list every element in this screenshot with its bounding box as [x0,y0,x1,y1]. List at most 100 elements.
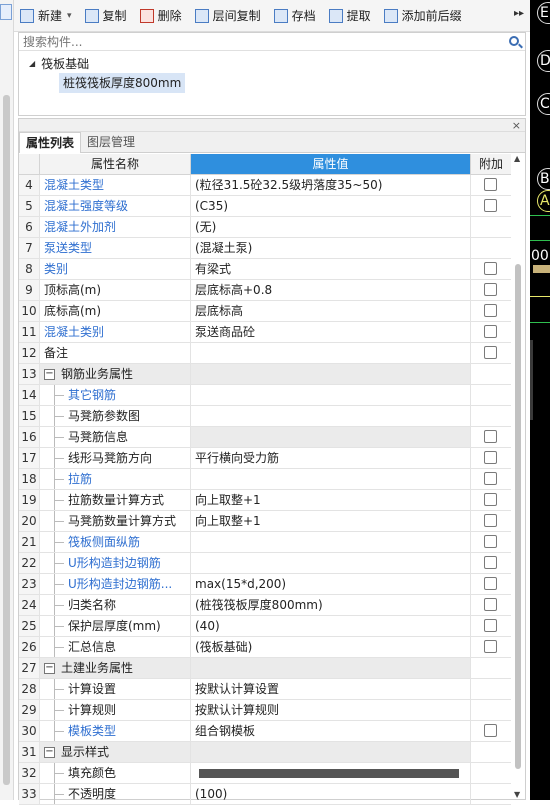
extra-checkbox[interactable] [484,451,497,464]
table-row[interactable]: 24 归类名称 (桩筏筏板厚度800mm) [19,595,511,616]
table-row[interactable]: 16 马凳筋信息 [19,427,511,448]
table-row[interactable]: 12 备注 [19,343,511,364]
table-row[interactable]: 7 泵送类型 (混凝土泵) [19,238,511,259]
extra-checkbox[interactable] [484,199,497,212]
extract-button[interactable]: 提取 [328,4,371,28]
grid-header: 属性名称 属性值 附加 [19,154,511,175]
new-button[interactable]: 新建 ▾ [20,4,72,28]
header-extra: 附加 [471,154,511,174]
extra-checkbox[interactable] [484,556,497,569]
scroll-thumb[interactable] [515,264,521,769]
group-row-civil[interactable]: 27− 土建业务属性 [19,658,511,679]
extra-checkbox[interactable] [484,346,497,359]
grid-line [530,296,550,297]
table-row[interactable]: 21 筏板侧面纵筋 [19,532,511,553]
layer-copy-icon [194,8,209,23]
table-row[interactable]: 15 马凳筋参数图 [19,406,511,427]
group-row-rebar[interactable]: 13− 钢筋业务属性 [19,364,511,385]
property-tabs: 属性列表 图层管理 [19,132,525,153]
extra-checkbox[interactable] [484,724,497,737]
scroll-down-icon[interactable]: ▼ [514,790,520,799]
grid-scrollbar[interactable]: ▲ ▼ [513,154,523,799]
save-icon [273,8,288,23]
left-scrollbar[interactable] [3,95,10,785]
table-row[interactable]: 28 计算设置 按默认计算设置 [19,679,511,700]
delete-button[interactable]: 删除 [139,4,182,28]
table-row[interactable]: 5 混凝土强度等级 (C35) [19,196,511,217]
table-row[interactable]: 33 不透明度 (100) [19,784,511,805]
table-row[interactable]: 30 模板类型 组合钢模板 [19,721,511,742]
cad-scroll [530,340,533,420]
group-row-display[interactable]: 31− 显示样式 [19,742,511,763]
copy-label: 复制 [102,9,127,23]
save-label: 存档 [291,9,316,23]
extra-checkbox[interactable] [484,493,497,506]
extract-label: 提取 [346,9,371,23]
save-button[interactable]: 存档 [273,4,316,28]
collapse-triangle-icon[interactable]: ◢ [29,59,35,68]
layer-copy-label: 层间复制 [212,9,261,23]
extra-checkbox[interactable] [484,598,497,611]
tree-node-selected[interactable]: 桩筏筏板厚度800mm [59,73,186,93]
copy-button[interactable]: 复制 [84,4,127,28]
table-row[interactable]: 29 计算规则 按默认计算规则 [19,700,511,721]
scroll-up-icon[interactable]: ▲ [514,154,520,163]
table-row[interactable]: 25 保护层厚度(mm) (40) [19,616,511,637]
table-row[interactable]: 8 类别 有梁式 [19,259,511,280]
layer-copy-button[interactable]: 层间复制 [194,4,261,28]
tab-property-list[interactable]: 属性列表 [19,132,82,153]
add-prefix-suffix-button[interactable]: 添加前后缀 [383,4,462,28]
extra-checkbox[interactable] [484,619,497,632]
tree-node-raft-foundation[interactable]: ◢ 筏板基础 [29,55,89,72]
header-value: 属性值 [191,154,471,174]
table-row[interactable]: 10 底标高(m) 层底标高 [19,301,511,322]
close-icon[interactable]: × [512,119,521,132]
table-row[interactable]: 9 顶标高(m) 层底标高+0.8 [19,280,511,301]
search-input[interactable] [19,33,525,50]
table-row[interactable]: 22 U形构造封边钢筋 [19,553,511,574]
extra-checkbox[interactable] [484,640,497,653]
extra-checkbox[interactable] [484,514,497,527]
left-panel-strip [0,0,14,800]
cad-canvas[interactable]: E D C B A 00 [530,0,550,800]
search-icon[interactable] [509,36,519,46]
table-row[interactable]: 11 混凝土类别 泵送商品砼 [19,322,511,343]
extra-checkbox[interactable] [484,262,497,275]
dropdown-arrow-icon[interactable]: ▾ [67,11,72,21]
table-row[interactable]: 19 拉筋数量计算方式 向上取整+1 [19,490,511,511]
grid-line [530,215,550,216]
table-row[interactable]: 32 填充颜色 [19,763,511,784]
table-row[interactable]: 6 混凝土外加剂 (无) [19,217,511,238]
panel-icon[interactable] [0,4,12,20]
tab-layer-management[interactable]: 图层管理 [81,132,141,153]
property-panel: × 属性列表 图层管理 属性名称 属性值 附加 4 混凝土类型 (粒径31.5砼32… [18,118,526,805]
table-row[interactable]: 17 线形马凳筋方向 平行横向受力筋 [19,448,511,469]
toolbar-overflow-icon[interactable]: ▸▸ [514,8,524,19]
extra-checkbox[interactable] [484,535,497,548]
axis-label-d: D [537,50,550,72]
add-prefix-label: 添加前后缀 [401,9,462,23]
extra-checkbox[interactable] [484,178,497,191]
collapse-icon[interactable]: − [44,663,55,674]
axis-label-c: C [537,93,550,115]
table-row[interactable]: 20 马凳筋数量计算方式 向上取整+1 [19,511,511,532]
fill-color-swatch[interactable] [199,769,459,778]
panel-title-strip: × [19,119,525,132]
table-row[interactable]: 4 混凝土类型 (粒径31.5砼32.5级坍落度35~50) [19,175,511,196]
extra-checkbox[interactable] [484,577,497,590]
table-row[interactable]: 18 拉筋 [19,469,511,490]
tree-root-label: 筏板基础 [41,57,90,71]
collapse-icon[interactable]: − [44,369,55,380]
table-row[interactable]: 14 其它钢筋 [19,385,511,406]
extra-checkbox[interactable] [484,283,497,296]
extra-checkbox[interactable] [484,325,497,338]
table-row[interactable]: 26 汇总信息 (筏板基础) [19,637,511,658]
delete-label: 删除 [157,9,182,23]
extra-checkbox[interactable] [484,430,497,443]
new-icon [20,8,34,23]
extra-checkbox[interactable] [484,472,497,485]
axis-label-a: A [537,190,550,212]
extra-checkbox[interactable] [484,304,497,317]
collapse-icon[interactable]: − [44,747,55,758]
table-row[interactable]: 23 U形构造封边钢筋... max(15*d,200) [19,574,511,595]
